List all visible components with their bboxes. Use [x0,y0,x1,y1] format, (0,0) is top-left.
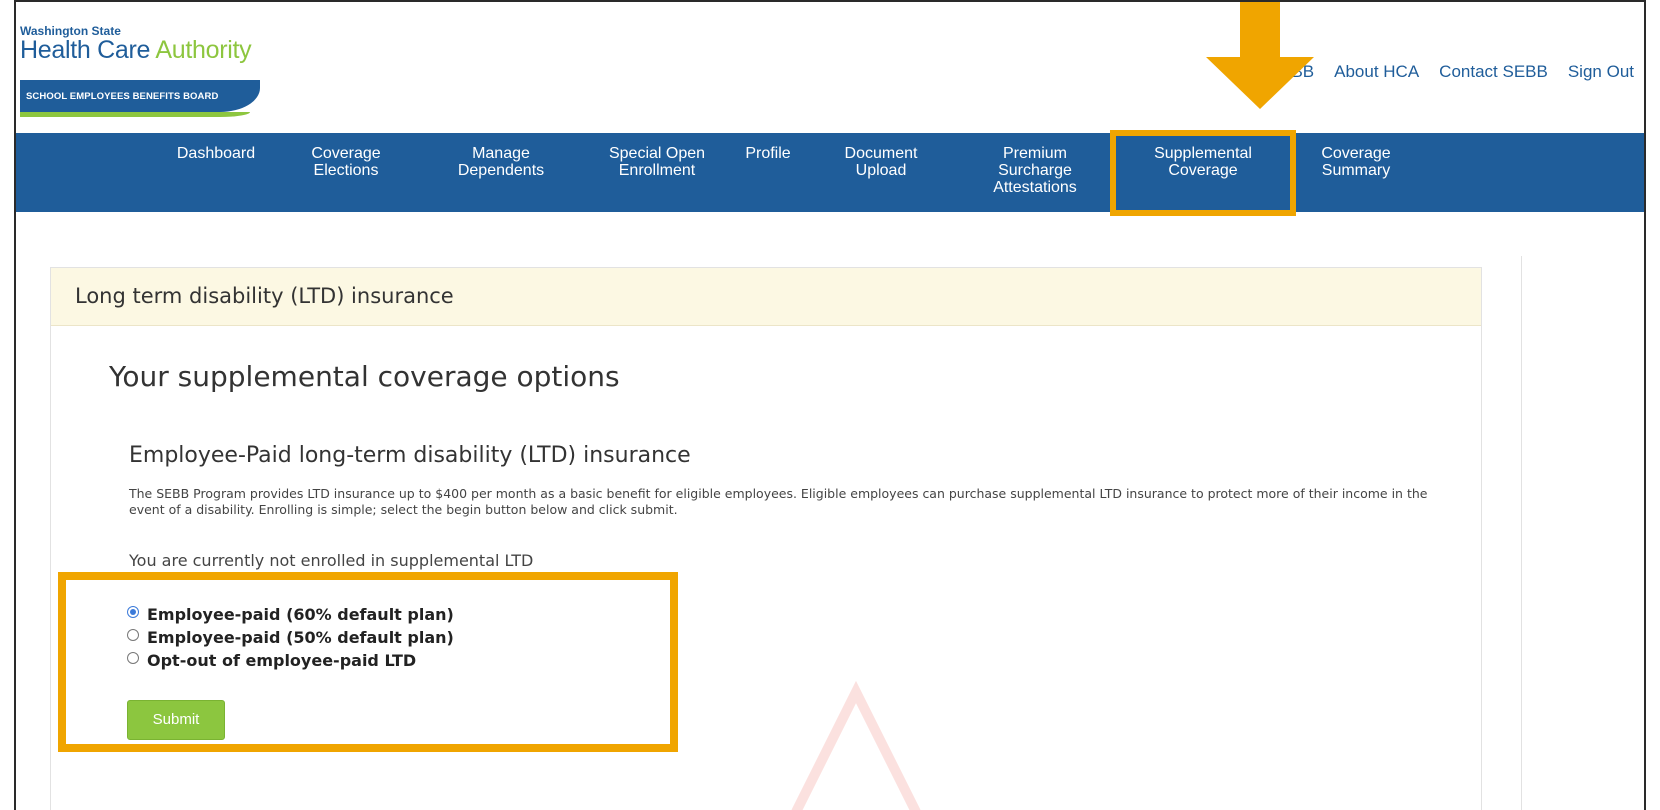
hca-logo[interactable]: Washington State Health Care Authority S… [20,24,270,117]
nav-supplemental-coverage[interactable]: Supplemental Coverage [1128,145,1278,179]
option-opt-out[interactable]: Opt-out of employee-paid LTD [127,649,454,672]
logo-banner-text: SCHOOL EMPLOYEES BENEFITS BOARD [26,91,219,102]
panel-right-divider [1521,256,1522,810]
top-link-sign-out[interactable]: Sign Out [1558,62,1644,82]
callout-arrow-shaft [1240,2,1280,60]
callout-arrow-head [1206,57,1314,109]
option-label: Employee-paid (60% default plan) [147,605,454,624]
top-links: SEBB About HCA Contact SEBB Sign Out [1259,62,1644,82]
logo-swoosh [20,112,250,117]
nav-dashboard[interactable]: Dashboard [156,145,276,162]
nav-manage-dependents[interactable]: Manage Dependents [436,145,566,179]
option-label: Opt-out of employee-paid LTD [147,651,417,670]
enrollment-status: You are currently not enrolled in supple… [129,551,534,570]
nav-profile[interactable]: Profile [728,145,808,162]
option-50-percent[interactable]: Employee-paid (50% default plan) [127,626,454,649]
nav-coverage-summary[interactable]: Coverage Summary [1296,145,1416,179]
logo-banner: SCHOOL EMPLOYEES BENEFITS BOARD [20,80,260,112]
main-nav: Dashboard Coverage Elections Manage Depend… [16,133,1644,212]
nav-coverage-elections[interactable]: Coverage Elections [286,145,406,179]
radio-opt-out[interactable] [127,651,139,664]
panel-header: Long term disability (LTD) insurance [51,268,1481,326]
nav-premium-surcharge-attestations[interactable]: Premium Surcharge Attestations [980,145,1090,196]
top-link-contact-sebb[interactable]: Contact SEBB [1429,62,1558,82]
browser-frame: Washington State Health Care Authority S… [14,0,1646,810]
top-link-about-hca[interactable]: About HCA [1324,62,1429,82]
ltd-options: Employee-paid (60% default plan) Employe… [127,603,454,672]
nav-special-open-enrollment[interactable]: Special Open Enrollment [592,145,722,179]
radio-50-percent[interactable] [127,628,139,641]
ltd-panel: Long term disability (LTD) insurance You… [50,267,1482,810]
radio-60-percent[interactable] [127,605,139,618]
page-title: Your supplemental coverage options [109,360,620,393]
submit-button[interactable]: Submit [127,700,225,740]
option-label: Employee-paid (50% default plan) [147,628,454,647]
option-60-percent[interactable]: Employee-paid (60% default plan) [127,603,454,626]
nav-document-upload[interactable]: Document Upload [826,145,936,179]
logo-agency-text: Health Care Authority [20,36,252,64]
section-title: Employee-Paid long-term disability (LTD)… [129,443,691,468]
section-description: The SEBB Program provides LTD insurance … [129,486,1428,517]
